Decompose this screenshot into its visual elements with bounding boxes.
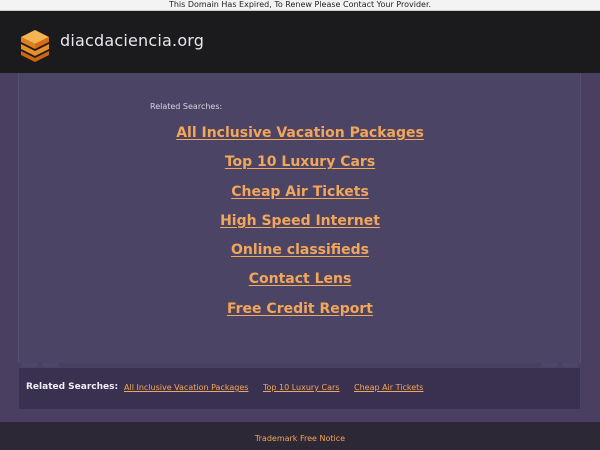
related-link-all-inclusive-vacation-packages[interactable]: All Inclusive Vacation Packages bbox=[120, 123, 480, 152]
site-header: diacdaciencia.org bbox=[0, 11, 600, 73]
related-link-high-speed-internet[interactable]: High Speed Internet bbox=[120, 211, 480, 240]
bottom-related-searches-label: Related Searches: bbox=[26, 382, 119, 392]
related-link-free-credit-report[interactable]: Free Credit Report bbox=[120, 299, 480, 328]
bottom-related-links: All Inclusive Vacation Packages Top 10 L… bbox=[124, 383, 435, 392]
banner-text: This Domain Has Expired, To Renew Please… bbox=[168, 0, 432, 9]
stacked-layers-logo-icon bbox=[18, 28, 52, 62]
trademark-free-notice-link[interactable]: Trademark Free Notice bbox=[0, 434, 600, 443]
related-link-contact-lens[interactable]: Contact Lens bbox=[120, 269, 480, 298]
site-title: diacdaciencia.org bbox=[60, 31, 205, 50]
expired-domain-banner: This Domain Has Expired, To Renew Please… bbox=[0, 0, 600, 11]
page-footer: Trademark Free Notice bbox=[0, 422, 600, 450]
related-link-cheap-air-tickets[interactable]: Cheap Air Tickets bbox=[120, 182, 480, 211]
related-link-online-classifieds[interactable]: Online classifieds bbox=[120, 240, 480, 269]
related-searches-heading: Related Searches: bbox=[150, 102, 223, 111]
related-link-top-10-luxury-cars[interactable]: Top 10 Luxury Cars bbox=[120, 152, 480, 181]
bottom-link-top-10-luxury-cars[interactable]: Top 10 Luxury Cars bbox=[263, 383, 339, 392]
bottom-link-cheap-air-tickets[interactable]: Cheap Air Tickets bbox=[354, 383, 423, 392]
bottom-related-searches-bar: Related Searches: All Inclusive Vacation… bbox=[18, 367, 581, 410]
related-search-links-list: All Inclusive Vacation Packages Top 10 L… bbox=[120, 123, 480, 328]
bottom-link-all-inclusive-vacation-packages[interactable]: All Inclusive Vacation Packages bbox=[124, 383, 248, 392]
